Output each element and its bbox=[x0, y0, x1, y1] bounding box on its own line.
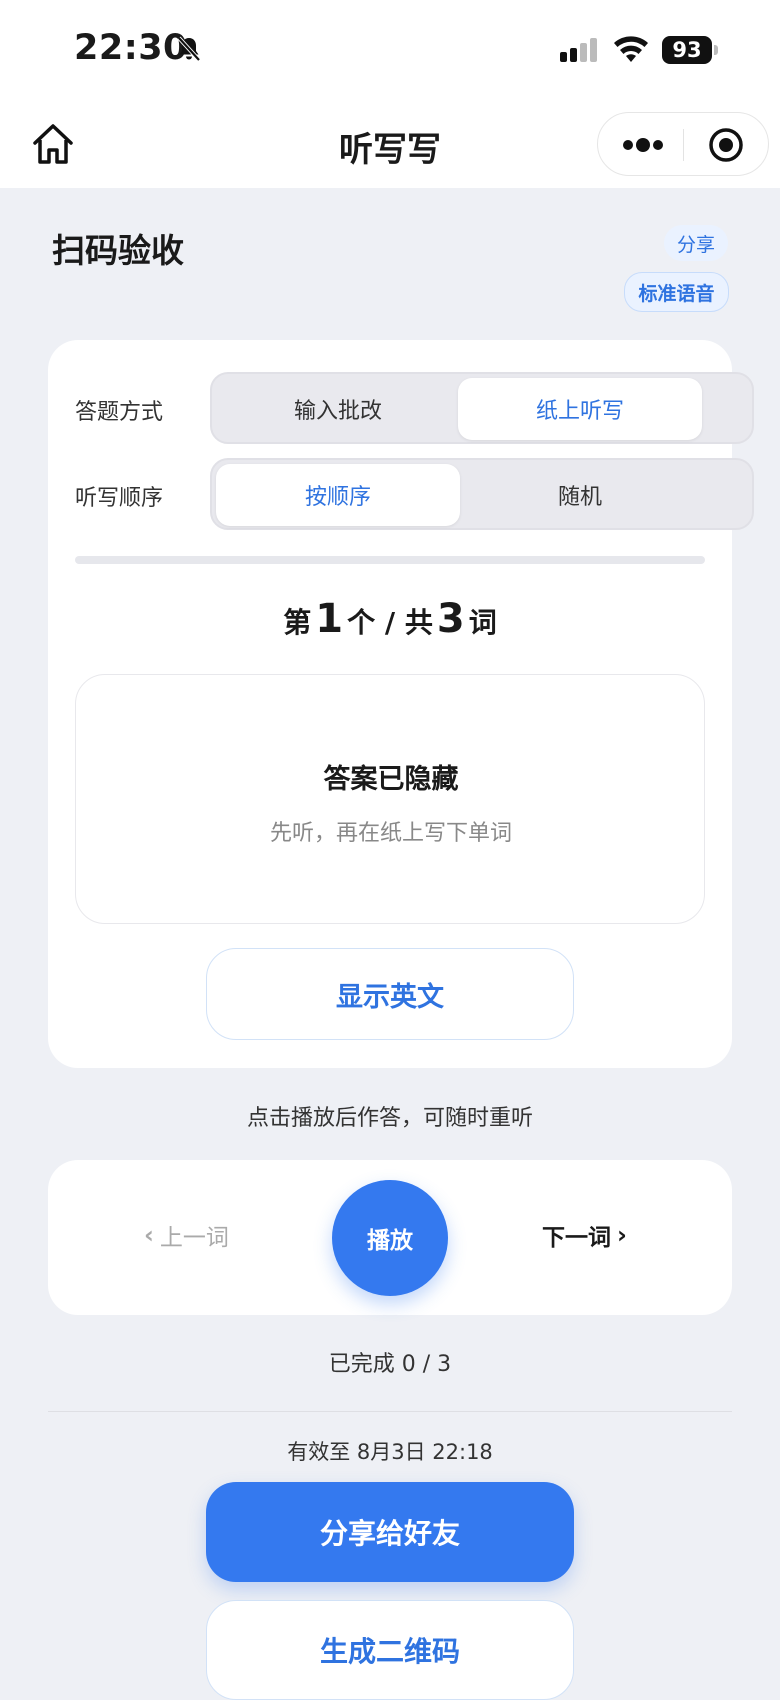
chevron-left-icon: ‹ bbox=[144, 1221, 154, 1249]
segment-input-grade[interactable]: 输入批改 bbox=[216, 378, 460, 440]
order-mode-label: 听写顺序 bbox=[75, 486, 164, 511]
segment-random[interactable]: 随机 bbox=[458, 464, 702, 526]
wifi-icon bbox=[614, 36, 648, 62]
counter-current: 1 bbox=[315, 596, 344, 642]
answer-hidden-title: 答案已隐藏 bbox=[323, 764, 459, 795]
segment-paper-dictation[interactable]: 纸上听写 bbox=[458, 378, 702, 440]
counter-total: 3 bbox=[436, 596, 465, 642]
counter-suffix: 词 bbox=[468, 606, 497, 639]
segment-sequential[interactable]: 按顺序 bbox=[216, 464, 460, 526]
status-bar: 22:30 93 bbox=[0, 0, 780, 100]
prev-word-label: 上一词 bbox=[159, 1225, 229, 1251]
answer-mode-segmented: 输入批改 纸上听写 bbox=[210, 372, 754, 444]
order-mode-segmented: 按顺序 随机 bbox=[210, 458, 754, 530]
divider bbox=[48, 1411, 732, 1412]
prev-word-button[interactable]: ‹ 上一词 bbox=[138, 1218, 229, 1252]
completed-count: 已完成 0 / 3 bbox=[328, 1352, 452, 1377]
mini-program-capsule bbox=[597, 112, 769, 176]
play-tip: 点击播放后作答，可随时重听 bbox=[246, 1106, 533, 1131]
player-card: ‹ 上一词 播放 下一词 › bbox=[48, 1160, 732, 1315]
cellular-signal-icon bbox=[560, 38, 597, 62]
play-button[interactable]: 播放 bbox=[332, 1180, 448, 1296]
expiry-text: 有效至 8月3日 22:18 bbox=[287, 1440, 493, 1464]
answer-box: 答案已隐藏 先听，再在纸上写下单词 bbox=[75, 674, 705, 924]
next-word-button[interactable]: 下一词 › bbox=[542, 1218, 633, 1252]
more-dots-icon[interactable] bbox=[622, 135, 664, 155]
chevron-right-icon: › bbox=[617, 1221, 627, 1249]
progress-bar bbox=[75, 556, 705, 564]
share-to-friend-button[interactable]: 分享给好友 bbox=[206, 1482, 574, 1582]
battery-tip bbox=[714, 45, 718, 55]
answer-mode-label: 答题方式 bbox=[75, 400, 164, 425]
status-time: 22:30 bbox=[74, 28, 188, 68]
dictation-card: 答题方式 输入批改 纸上听写 听写顺序 按顺序 随机 第1个 / 共3词 答案已… bbox=[48, 340, 754, 1068]
capsule-divider bbox=[683, 129, 684, 161]
battery-indicator: 93 bbox=[662, 36, 712, 64]
next-word-label: 下一词 bbox=[542, 1225, 611, 1251]
voice-badge[interactable]: 标准语音 bbox=[624, 272, 729, 312]
bell-muted-icon bbox=[177, 36, 201, 62]
nav-bar: 听写写 bbox=[0, 100, 780, 188]
close-target-icon[interactable] bbox=[707, 126, 745, 164]
counter-mid: 个 / 共 bbox=[347, 606, 433, 639]
page-title: 扫码验收 bbox=[52, 231, 184, 270]
share-link[interactable]: 分享 bbox=[664, 225, 728, 261]
show-english-button[interactable]: 显示英文 bbox=[206, 948, 574, 1040]
word-counter: 第1个 / 共3词 bbox=[48, 596, 732, 642]
answer-hint: 先听，再在纸上写下单词 bbox=[269, 821, 512, 846]
counter-prefix: 第 bbox=[283, 606, 312, 639]
generate-qr-button[interactable]: 生成二维码 bbox=[206, 1600, 574, 1700]
